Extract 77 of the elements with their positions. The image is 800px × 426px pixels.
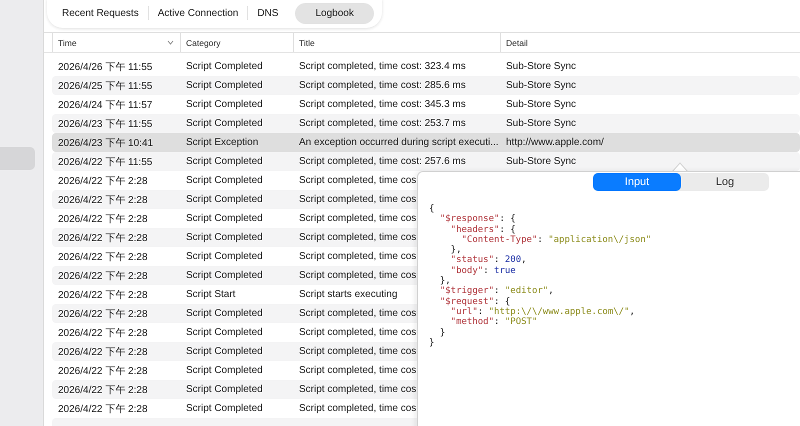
time-cell-text: 2026/4/22 下午 2:28	[57, 250, 148, 264]
code-line: {	[429, 204, 436, 214]
detail-cell-text: Sub-Store Sync	[505, 61, 576, 72]
title-cell-text: An exception occurred during script executi...	[298, 137, 499, 148]
time-cell-text: 2026/4/22 下午 2:28	[57, 308, 148, 320]
category-cell-text: Script Completed	[185, 118, 263, 129]
title-cell-text: Script completed, time cos	[298, 194, 416, 205]
code-line: "$request": {	[438, 296, 512, 307]
time-cell-text: 2026/4/22 下午 2:28	[57, 194, 148, 206]
code-line: "body": true	[450, 266, 517, 276]
code-line: "$response": {	[438, 214, 517, 225]
time-cell-text: 2026/4/22 下午 2:28	[57, 326, 148, 340]
category-cell-text: Script Completed	[185, 156, 263, 167]
time-cell-text: 2026/4/22 下午 2:28	[57, 402, 148, 416]
category-cell-text: Script Completed	[185, 213, 263, 224]
category-cell-text: Script Completed	[185, 232, 263, 243]
time-cell-text: 2026/4/26 下午 11:55	[57, 60, 152, 74]
title-cell-text: Script completed, time cos	[298, 384, 416, 395]
title-cell-text: Script completed, time cos	[298, 270, 416, 281]
category-cell-text: Script Completed	[185, 346, 263, 357]
title-cell-text: Script completed, time cos	[298, 213, 416, 224]
code-line: "headers": {	[450, 224, 517, 235]
time-cell-text: 2026/4/22 下午 2:28	[57, 270, 148, 282]
title-cell-text: Script completed, time cos	[298, 327, 416, 338]
detail-cell-text: Sub-Store Sync	[505, 156, 576, 167]
title-cell-text: Script completed, time cos	[298, 365, 416, 376]
code-line: "method": "POST"	[450, 317, 538, 328]
code-line: "$trigger": "editor",	[438, 286, 555, 297]
title-cell-text: Script completed, time cos	[298, 308, 416, 319]
category-cell-text: Script Completed	[185, 175, 263, 186]
title-cell-text: Script completed, time cos	[298, 175, 416, 186]
title-cell-text: Script completed, time cost: 253.7 ms	[298, 118, 466, 129]
time-cell-text: 2026/4/22 下午 2:28	[57, 346, 148, 358]
time-cell-text: 2026/4/22 下午 2:28	[57, 212, 148, 226]
category-cell-text: Script Completed	[185, 270, 263, 281]
time-cell-text: 2026/4/25 下午 11:55	[57, 80, 152, 92]
time-cell-text: 2026/4/24 下午 11:57	[57, 98, 152, 112]
title-cell-text: Script completed, time cost: 345.3 ms	[298, 99, 466, 110]
title-cell-text: Script completed, time cos	[298, 403, 416, 414]
detail-cell-text: Sub-Store Sync	[505, 99, 576, 110]
category-cell-text: Script Exception	[185, 137, 258, 148]
code-line: "url": "http:\/\/www.apple.com\/",	[450, 306, 636, 317]
code-line: },	[438, 276, 451, 286]
code-line: }	[429, 338, 436, 348]
title-cell-text: Script completed, time cost: 323.4 ms	[298, 61, 466, 72]
time-cell-text: 2026/4/22 下午 2:28	[57, 232, 148, 244]
time-cell-text: 2026/4/23 下午 10:41	[57, 136, 154, 150]
category-cell-text: Script Start	[185, 289, 236, 300]
category-cell-text: Script Completed	[185, 194, 263, 205]
title-cell-text: Script completed, time cos	[298, 346, 416, 357]
detail-cell-text: Sub-Store Sync	[505, 80, 576, 91]
title-cell-text: Script completed, time cost: 285.6 ms	[298, 80, 466, 91]
category-cell-text: Script Completed	[185, 308, 263, 319]
category-cell-text: Script Completed	[185, 251, 263, 262]
category-cell-text: Script Completed	[185, 365, 263, 376]
category-cell-text: Script Completed	[185, 99, 263, 110]
category-cell-text: Script Completed	[185, 403, 263, 414]
category-cell-text: Script Completed	[185, 384, 263, 395]
code-line: "Content-Type": "application\/json"	[460, 234, 652, 246]
title-cell-text: Script completed, time cos	[298, 232, 416, 243]
time-cell-text: 2026/4/23 下午 11:55	[57, 118, 152, 130]
category-cell-text: Script Completed	[185, 61, 263, 72]
time-cell-text: 2026/4/22 下午 2:28	[57, 174, 148, 188]
detail-cell-text: http://www.apple.com/	[505, 137, 604, 148]
code-line: }	[438, 328, 446, 338]
time-cell-text: 2026/4/22 下午 11:55	[57, 156, 152, 168]
code-line: },	[450, 245, 463, 256]
time-cell-text: 2026/4/22 下午 2:28	[57, 288, 148, 302]
title-cell-text: Script starts executing	[298, 289, 398, 300]
detail-cell-text: Sub-Store Sync	[505, 118, 576, 129]
code-line: "status": 200,	[450, 255, 528, 266]
category-cell-text: Script Completed	[185, 80, 263, 91]
category-cell-text: Script Completed	[185, 327, 263, 338]
title-cell-text: Script completed, time cos	[298, 251, 416, 262]
title-cell-text: Script completed, time cost: 257.6 ms	[298, 156, 466, 167]
time-cell-text: 2026/4/22 下午 2:28	[57, 384, 148, 396]
time-cell-text: 2026/4/22 下午 2:28	[57, 364, 148, 378]
